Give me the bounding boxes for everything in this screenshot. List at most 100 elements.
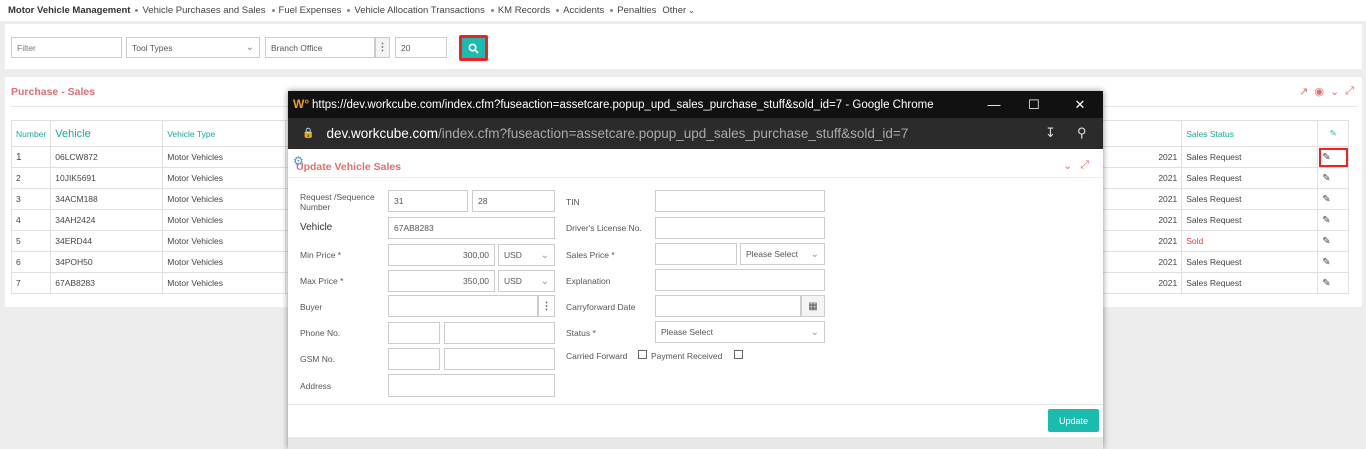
download-icon[interactable]: ↧ — [1045, 125, 1056, 141]
chevron-down-icon: ⌄ — [245, 42, 254, 53]
payment-received-checkbox[interactable] — [734, 350, 743, 359]
gsm-number-input[interactable] — [444, 348, 555, 370]
row-status: Sales Request — [1181, 272, 1319, 294]
chevron-down-icon: ⌄ — [540, 249, 549, 261]
vehicle-input[interactable]: 67AB8283 — [388, 217, 555, 239]
panel-toolbar: ↗ ◉ ⌄ ⤢ — [1299, 85, 1354, 98]
chevron-down-icon: ⌄ — [688, 6, 695, 15]
max-currency-select[interactable]: USD ⌄ — [498, 270, 555, 292]
row-type: Motor Vehicles — [162, 188, 287, 210]
nav-other[interactable]: Other ⌄ — [662, 5, 694, 16]
row-vehicle: 10JIK5691 — [50, 167, 164, 189]
col-vehicle[interactable]: Vehicle — [50, 120, 164, 147]
minimize-icon[interactable]: — — [974, 91, 1014, 118]
edit-pencil-icon[interactable]: ✎ — [1317, 251, 1350, 273]
nav-penalties[interactable]: Penalties — [617, 5, 656, 16]
branch-office-more-button[interactable]: ⋮ — [375, 37, 390, 58]
search-icon — [468, 43, 479, 54]
export-icon[interactable]: ↗ — [1299, 85, 1308, 98]
chevron-down-icon: ⌄ — [810, 248, 819, 260]
row-status: Sales Request — [1181, 251, 1319, 273]
chevron-down-icon: ⌄ — [540, 275, 549, 287]
sequence-input[interactable]: 28 — [472, 190, 555, 212]
row-status: Sales Request — [1181, 188, 1319, 210]
request-input[interactable]: 31 — [388, 190, 468, 212]
status-select[interactable]: Please Select ⌄ — [655, 321, 825, 343]
row-vehicle: 34ACM188 — [50, 188, 164, 210]
form-toolbar: ⌄ ⤢ — [1063, 159, 1089, 172]
edit-pencil-icon[interactable]: ✎ — [1317, 230, 1350, 252]
label-min-price: Min Price * — [300, 250, 342, 260]
popup-url[interactable]: dev.workcube.com/index.cfm?fuseaction=as… — [326, 126, 908, 141]
min-currency-select[interactable]: USD ⌄ — [498, 244, 555, 266]
popup-titlebar[interactable]: W° https://dev.workcube.com/index.cfm?fu… — [288, 91, 1103, 118]
label-phone: Phone No. — [300, 328, 341, 338]
nav-km-records[interactable]: KM Records — [498, 5, 550, 16]
tool-types-label: Tool Types — [132, 42, 173, 53]
expand-icon[interactable]: ⤢ — [1080, 159, 1089, 172]
label-carried-forward: Carried Forward — [566, 351, 628, 361]
row-date: 2021 — [1095, 230, 1183, 252]
calendar-icon[interactable]: ▦ — [801, 295, 825, 317]
buyer-input[interactable] — [388, 295, 538, 317]
edit-pencil-icon[interactable]: ✎ — [1317, 272, 1350, 294]
chevron-down-icon[interactable]: ⌄ — [1063, 159, 1072, 172]
row-number: 2 — [10, 167, 52, 189]
sales-currency-select[interactable]: Please Select ⌄ — [740, 243, 825, 265]
min-price-input[interactable]: 300,00 — [388, 244, 495, 266]
address-bar[interactable]: 🔒 dev.workcube.com/index.cfm?fuseaction=… — [288, 118, 1103, 149]
maximize-icon[interactable]: ☐ — [1014, 91, 1054, 118]
nav-vehicle-purchases[interactable]: Vehicle Purchases and Sales — [142, 5, 265, 16]
eye-icon[interactable]: ◉ — [1314, 85, 1324, 98]
col-vehicle-type[interactable]: Vehicle Type — [162, 120, 287, 147]
nav-brand[interactable]: Motor Vehicle Management — [8, 5, 130, 16]
search-button[interactable] — [460, 36, 487, 60]
gsm-code-input[interactable] — [388, 348, 440, 370]
sales-price-input[interactable] — [655, 243, 737, 265]
close-icon[interactable]: ✕ — [1060, 91, 1100, 118]
workcube-logo-icon: W° — [293, 96, 310, 111]
row-date: 2021 — [1095, 209, 1183, 231]
tool-types-select[interactable]: Tool Types ⌄ — [126, 37, 260, 58]
panel-title: Purchase - Sales — [11, 86, 96, 98]
nav-vehicle-allocation[interactable]: Vehicle Allocation Transactions — [354, 5, 484, 16]
col-number[interactable]: Number — [10, 120, 52, 147]
carryforward-date-input[interactable] — [655, 295, 801, 317]
carried-forward-checkbox[interactable] — [638, 350, 647, 359]
url-domain: dev.workcube.com — [326, 126, 438, 141]
nav-fuel-expenses[interactable]: Fuel Expenses — [279, 5, 342, 16]
row-date: 2021 — [1095, 167, 1183, 189]
explanation-textarea[interactable] — [655, 269, 825, 291]
col-sales-status[interactable]: Sales Status — [1181, 120, 1319, 147]
nav-other-label: Other — [662, 5, 687, 16]
address-textarea[interactable] — [388, 374, 555, 397]
label-request-seq: Request /Sequence Number — [300, 192, 375, 212]
row-status: Sales Request — [1181, 146, 1319, 168]
filter-bar: Filter Tool Types ⌄ Branch Office ⋮ 20 — [5, 24, 1362, 69]
buyer-more-button[interactable]: ⋮ — [538, 295, 555, 317]
popup-window-title: https://dev.workcube.com/index.cfm?fusea… — [312, 98, 934, 111]
update-button[interactable]: Update — [1048, 409, 1099, 432]
edit-pencil-icon[interactable]: ✎ — [1317, 188, 1350, 210]
nav-accidents[interactable]: Accidents — [563, 5, 604, 16]
zoom-icon[interactable]: ⚲ — [1077, 125, 1087, 141]
chevron-down-icon[interactable]: ⌄ — [1330, 85, 1339, 98]
phone-code-input[interactable] — [388, 322, 440, 344]
filter-input[interactable]: Filter — [11, 37, 122, 58]
label-vehicle: Vehicle — [300, 222, 333, 233]
tin-input[interactable] — [655, 190, 825, 212]
row-vehicle: 67AB8283 — [50, 272, 164, 294]
license-input[interactable] — [655, 217, 825, 239]
max-price-input[interactable]: 350,00 — [388, 270, 495, 292]
expand-icon[interactable]: ⤢ — [1345, 85, 1354, 98]
page-size-input[interactable]: 20 — [395, 37, 447, 58]
label-tin: TIN — [566, 197, 580, 207]
phone-number-input[interactable] — [444, 322, 555, 344]
edit-all-icon[interactable]: ✎ — [1317, 120, 1350, 147]
row-date: 2021 — [1095, 146, 1183, 168]
edit-pencil-icon[interactable]: ✎ — [1317, 167, 1350, 189]
edit-pencil-icon[interactable]: ✎ — [1317, 146, 1350, 168]
label-max-price: Max Price * — [300, 276, 344, 286]
branch-office-input[interactable]: Branch Office — [265, 37, 375, 58]
edit-pencil-icon[interactable]: ✎ — [1317, 209, 1350, 231]
